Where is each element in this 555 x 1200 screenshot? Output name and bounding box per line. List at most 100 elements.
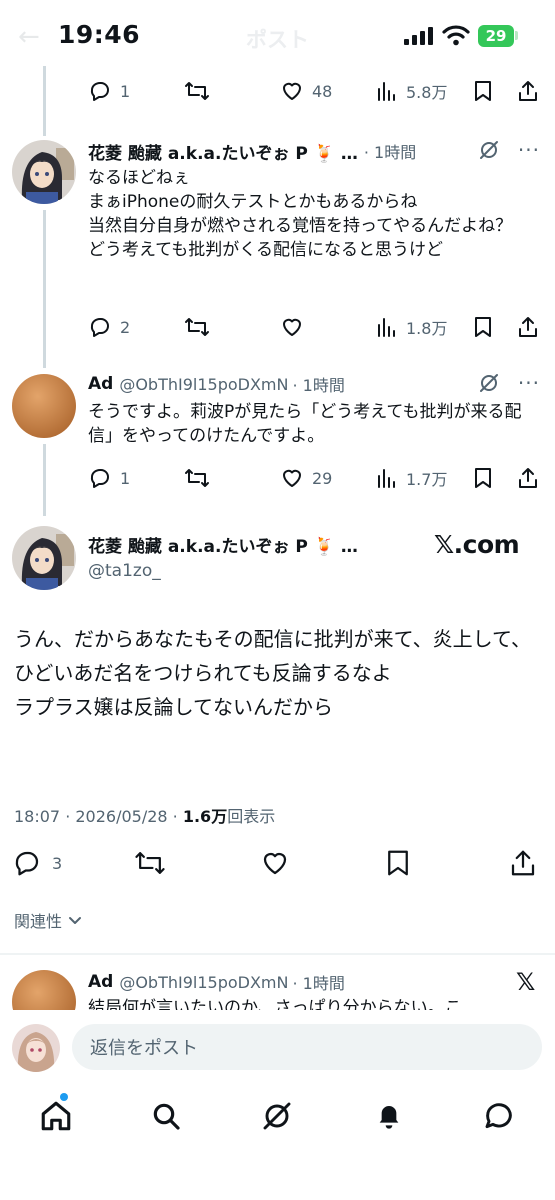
views-button[interactable]: 5.8万	[376, 76, 447, 106]
display-name[interactable]: Ad	[88, 972, 113, 992]
tweet-actions: 1 29 1.7万	[88, 463, 540, 493]
handle[interactable]: @ObThI9l15poDXmN	[119, 375, 288, 394]
display-name[interactable]: Ad	[88, 374, 113, 394]
grok-icon[interactable]	[478, 139, 500, 161]
user-avatar[interactable]	[12, 1024, 60, 1072]
reply-button[interactable]: 2	[88, 312, 130, 342]
tab-notifications[interactable]	[371, 1098, 407, 1134]
share-button[interactable]	[516, 463, 540, 493]
wifi-icon	[442, 25, 470, 46]
handle[interactable]: @ObThI9l15poDXmN	[119, 973, 288, 992]
repost-button[interactable]	[134, 846, 166, 880]
bottom-bar: 返信をポスト	[0, 1010, 555, 1200]
avatar[interactable]	[12, 526, 76, 590]
like-button[interactable]	[280, 312, 304, 342]
like-button[interactable]: 48	[280, 76, 332, 106]
status-bar: ← ポスト 19:46 29	[0, 0, 555, 72]
tweet-header: 花菱 颱藏 a.k.a.たいぞぉ P 🍹 … · 1時間 ···	[88, 138, 540, 164]
main-tweet-actions: 3	[12, 846, 540, 880]
timestamp[interactable]: · 1時間	[292, 970, 344, 994]
thread-line	[43, 444, 46, 516]
chevron-down-icon	[69, 917, 82, 924]
thread-line	[43, 66, 46, 136]
timestamp[interactable]: · 1時間	[364, 139, 416, 163]
reply-button[interactable]: 1	[88, 76, 130, 106]
tweet-meta: 18:07 · 2026/05/28 · 1.6万回表示	[14, 803, 275, 827]
reply-button[interactable]: 3	[12, 846, 62, 880]
back-arrow-icon[interactable]: ←	[18, 22, 40, 52]
bookmark-button[interactable]	[384, 846, 412, 880]
repost-icon	[185, 82, 209, 100]
battery-tip	[515, 31, 518, 40]
reply-icon	[15, 851, 39, 876]
search-icon	[153, 1103, 180, 1130]
new-posts-indicator	[60, 1093, 68, 1101]
repost-icon	[135, 852, 165, 874]
like-button[interactable]: 29	[280, 463, 332, 493]
tweet-header: Ad @ObThI9l15poDXmN · 1時間	[88, 969, 498, 995]
handle[interactable]: @ta1zo_	[88, 561, 161, 581]
divider	[0, 953, 555, 955]
share-button[interactable]	[508, 846, 538, 880]
repost-icon	[185, 318, 209, 336]
share-icon	[519, 81, 537, 101]
battery-indicator: 29	[478, 25, 514, 47]
tab-messages[interactable]	[481, 1098, 517, 1134]
tweet-text: そうですよ。莉波Pが見たら「どう考えても批判が来る配信」をやってのけたんですよ。	[88, 402, 522, 446]
share-icon	[519, 317, 537, 337]
reply-input[interactable]: 返信をポスト	[72, 1024, 542, 1070]
views-icon	[378, 82, 395, 101]
thread-line	[43, 210, 46, 368]
view-count: 1.6万	[182, 807, 228, 826]
like-icon	[263, 852, 287, 875]
tweet-actions: 2 1.8万	[88, 312, 540, 342]
repost-button[interactable]	[184, 76, 210, 106]
repost-button[interactable]	[184, 463, 210, 493]
reply-icon	[90, 469, 109, 488]
bookmark-button[interactable]	[472, 76, 494, 106]
repost-button[interactable]	[184, 312, 210, 342]
avatar[interactable]	[12, 374, 76, 438]
home-icon	[41, 1101, 71, 1131]
header-title: ポスト	[246, 28, 309, 52]
like-icon	[283, 318, 301, 336]
tab-grok[interactable]	[259, 1098, 295, 1134]
bookmark-icon	[388, 850, 408, 876]
share-button[interactable]	[516, 76, 540, 106]
bookmark-button[interactable]	[472, 312, 494, 342]
share-icon	[519, 468, 537, 488]
watermark: 𝕏.com	[434, 530, 520, 559]
views-button[interactable]: 1.7万	[376, 463, 447, 493]
like-button[interactable]	[260, 846, 290, 880]
more-icon[interactable]: ···	[518, 371, 540, 395]
notifications-icon	[379, 1106, 399, 1129]
tweet-header: Ad @ObThI9l15poDXmN · 1時間 ···	[88, 371, 540, 397]
views-icon	[378, 318, 395, 337]
tab-home[interactable]	[38, 1098, 74, 1134]
share-icon	[511, 850, 535, 876]
views-button[interactable]: 1.8万	[376, 312, 447, 342]
share-button[interactable]	[516, 312, 540, 342]
x-logo-icon: 𝕏	[516, 968, 536, 996]
tweet-actions: 1 48 5.8万	[88, 76, 540, 106]
bookmark-icon	[475, 81, 491, 101]
display-name[interactable]: 花菱 颱藏 a.k.a.たいぞぉ P 🍹 …	[88, 532, 358, 557]
timestamp[interactable]: · 1時間	[292, 372, 344, 396]
reply-button[interactable]: 1	[88, 463, 130, 493]
main-tweet-text: うん、だからあなたもその配信に批判が来て、炎上して、ひどいあだ名をつけられても反…	[14, 627, 531, 719]
display-name[interactable]: 花菱 颱藏 a.k.a.たいぞぉ P 🍹 …	[88, 139, 358, 164]
grok-tab-icon	[263, 1102, 291, 1130]
like-icon	[283, 82, 301, 100]
avatar[interactable]	[12, 140, 76, 204]
bookmark-icon	[475, 468, 491, 488]
tab-search[interactable]	[148, 1098, 184, 1134]
timestamp[interactable]: 18:07 · 2026/05/28 ·	[14, 807, 183, 826]
sort-dropdown[interactable]: 関連性	[14, 908, 84, 932]
grok-icon[interactable]	[478, 372, 500, 394]
more-icon[interactable]: ···	[518, 138, 540, 162]
tweet-text: なるほどねぇ まぁiPhoneの耐久テストとかもあるからね 当然自分自身が燃やさ…	[88, 168, 513, 260]
like-icon	[283, 469, 301, 487]
bookmark-button[interactable]	[472, 463, 494, 493]
reply-icon	[90, 318, 109, 337]
views-icon	[378, 469, 395, 488]
